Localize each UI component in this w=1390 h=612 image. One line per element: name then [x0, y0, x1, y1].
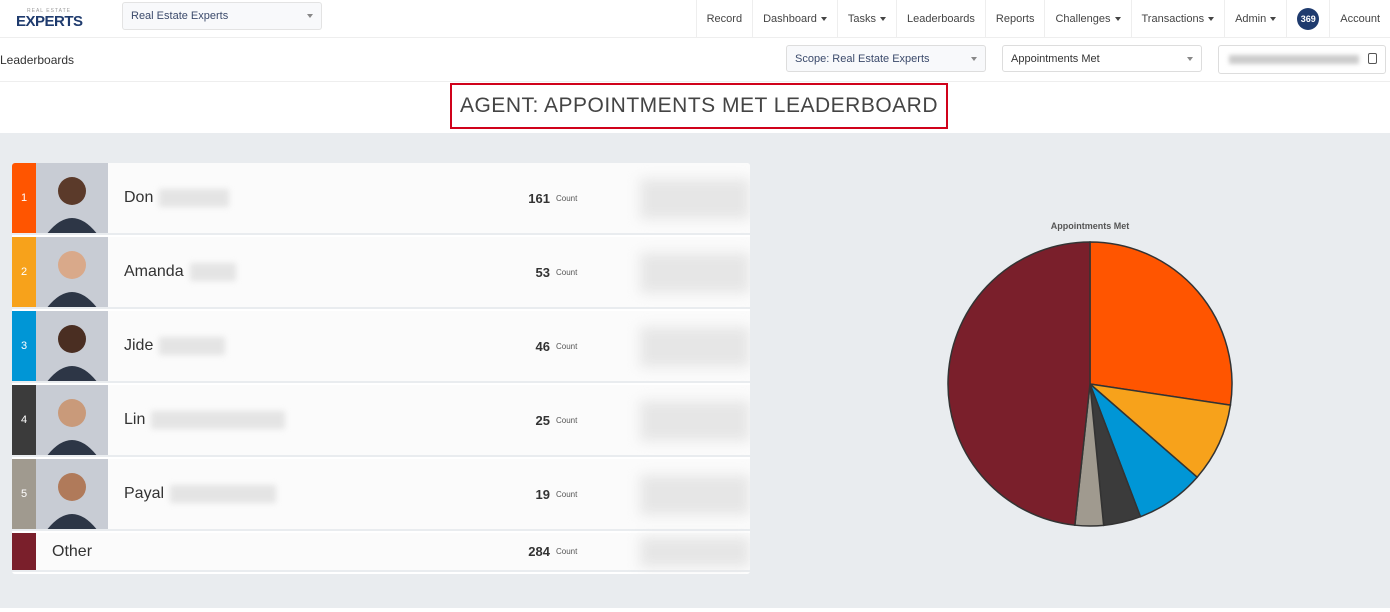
- leaderboard-row[interactable]: 2 Amanda 53 Count: [12, 237, 750, 309]
- nav-challenges[interactable]: Challenges: [1044, 0, 1130, 38]
- redacted-surname: [159, 337, 226, 355]
- redacted-detail: [640, 179, 750, 219]
- scope-select[interactable]: Scope: Real Estate Experts: [786, 45, 986, 72]
- nav-reports[interactable]: Reports: [984, 0, 1045, 38]
- leaderboard-row[interactable]: 3 Jide 46 Count: [12, 311, 750, 383]
- date-range-input[interactable]: [1218, 45, 1386, 74]
- caret-down-icon: [307, 14, 313, 18]
- redacted-detail: [640, 537, 750, 567]
- rank-badge: 1: [12, 163, 36, 233]
- count-value: 53 Count: [535, 264, 578, 280]
- agent-name: Amanda: [124, 237, 236, 307]
- redacted-detail: [640, 327, 750, 367]
- notifications-badge[interactable]: 369: [1286, 0, 1329, 38]
- rank-badge: 5: [12, 459, 36, 529]
- calendar-icon[interactable]: [1368, 53, 1377, 64]
- agent-name: Other: [52, 542, 93, 560]
- leaderboard-row[interactable]: Other 284 Count: [12, 533, 750, 572]
- rank-badge: [12, 533, 36, 570]
- count-value: 46 Count: [535, 338, 578, 354]
- leaderboard-list: 1 Don 161 Count 2 Amanda 53 Count 3 Jide 46 Count 4 L…: [12, 163, 750, 574]
- redacted-detail: [640, 401, 750, 441]
- agent-name: Jide: [124, 311, 226, 381]
- date-range-value: [1229, 55, 1359, 64]
- top-navbar: REAL ESTATE EXPERTS Real Estate Experts …: [0, 0, 1390, 38]
- pie-chart: [947, 241, 1233, 527]
- nav-dashboard[interactable]: Dashboard: [752, 0, 837, 38]
- redacted-detail: [640, 253, 750, 293]
- nav-leaderboards[interactable]: Leaderboards: [896, 0, 985, 38]
- count-value: 25 Count: [535, 412, 578, 428]
- leaderboard-row[interactable]: 1 Don 161 Count: [12, 163, 750, 235]
- leaderboard-row[interactable]: 5 Payal 19 Count: [12, 459, 750, 531]
- count-value: 161 Count: [528, 190, 578, 206]
- main-nav: Record Dashboard Tasks Leaderboards Reports C…: [695, 0, 1390, 38]
- avatar: [36, 311, 108, 381]
- nav-record[interactable]: Record: [695, 0, 752, 38]
- leaderboard-row[interactable]: 4 Lin 25 Count: [12, 385, 750, 457]
- pie-slice-other[interactable]: [947, 241, 1091, 527]
- caret-down-icon: [1270, 17, 1277, 21]
- avatar: [36, 385, 108, 455]
- count-value: 284 Count: [528, 544, 578, 559]
- agent-name: Payal: [124, 459, 277, 529]
- logo[interactable]: REAL ESTATE EXPERTS: [16, 8, 83, 29]
- caret-down-icon: [820, 17, 827, 21]
- count-value: 19 Count: [535, 486, 578, 502]
- caret-down-icon: [1114, 17, 1121, 21]
- caret-down-icon: [1187, 57, 1193, 61]
- redacted-surname: [151, 411, 286, 429]
- rank-badge: 2: [12, 237, 36, 307]
- caret-down-icon: [971, 57, 977, 61]
- nav-account[interactable]: Account: [1329, 0, 1390, 38]
- redacted-surname: [170, 485, 277, 503]
- redacted-surname: [189, 263, 236, 281]
- redacted-detail: [640, 475, 750, 515]
- avatar: [36, 459, 108, 529]
- nav-transactions[interactable]: Transactions: [1130, 0, 1225, 38]
- caret-down-icon: [1208, 17, 1215, 21]
- avatar: [36, 163, 108, 233]
- agent-name: Lin: [124, 385, 286, 455]
- metric-select[interactable]: Appointments Met: [1002, 45, 1202, 72]
- avatar: [36, 237, 108, 307]
- rank-badge: 3: [12, 311, 36, 381]
- chart-title: Appointments Met: [1050, 221, 1130, 231]
- page-title: AGENT: APPOINTMENTS MET LEADERBOARD: [450, 83, 948, 129]
- agent-name: Don: [124, 163, 230, 233]
- nav-tasks[interactable]: Tasks: [836, 0, 896, 38]
- pie-slice-don[interactable]: [1089, 241, 1233, 407]
- rank-badge: 4: [12, 385, 36, 455]
- organization-select[interactable]: Real Estate Experts: [122, 2, 322, 30]
- breadcrumb: Leaderboards: [0, 53, 75, 67]
- caret-down-icon: [880, 17, 887, 21]
- redacted-surname: [159, 189, 230, 207]
- nav-admin[interactable]: Admin: [1224, 0, 1286, 38]
- sub-header: Leaderboards Scope: Real Estate Experts …: [0, 38, 1390, 82]
